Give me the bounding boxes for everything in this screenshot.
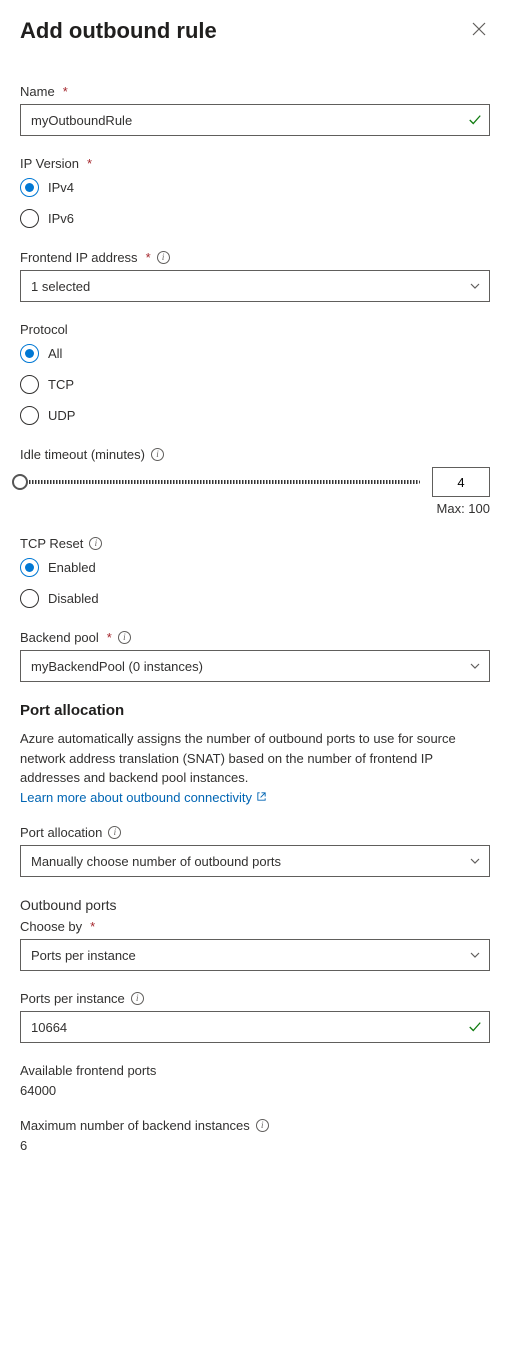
- slider-knob[interactable]: [12, 474, 28, 490]
- info-icon[interactable]: i: [108, 826, 121, 839]
- max-backend-instances-label: Maximum number of backend instances: [20, 1118, 250, 1133]
- select-value: Ports per instance: [31, 948, 136, 963]
- backend-pool-select[interactable]: myBackendPool (0 instances): [20, 650, 490, 682]
- ipversion-label: IP Version: [20, 156, 79, 171]
- info-icon[interactable]: i: [157, 251, 170, 264]
- radio-circle-icon: [20, 209, 39, 228]
- radio-circle-icon: [20, 178, 39, 197]
- chevron-down-icon: [469, 855, 481, 867]
- idle-timeout-label: Idle timeout (minutes): [20, 447, 145, 462]
- checkmark-icon: [468, 1020, 482, 1034]
- radio-circle-icon: [20, 375, 39, 394]
- required-indicator: *: [107, 630, 112, 645]
- required-indicator: *: [87, 156, 92, 171]
- info-icon[interactable]: i: [131, 992, 144, 1005]
- radio-circle-icon: [20, 344, 39, 363]
- info-icon[interactable]: i: [89, 537, 102, 550]
- select-value: myBackendPool (0 instances): [31, 659, 203, 674]
- idle-timeout-slider[interactable]: [20, 480, 420, 484]
- chevron-down-icon: [469, 949, 481, 961]
- port-allocation-heading: Port allocation: [20, 702, 490, 719]
- available-frontend-ports-label: Available frontend ports: [20, 1063, 156, 1078]
- tcp-reset-label: TCP Reset: [20, 536, 83, 551]
- required-indicator: *: [90, 919, 95, 934]
- radio-label: All: [48, 346, 62, 361]
- port-allocation-select[interactable]: Manually choose number of outbound ports: [20, 845, 490, 877]
- info-icon[interactable]: i: [118, 631, 131, 644]
- chevron-down-icon: [469, 660, 481, 672]
- radio-circle-icon: [20, 406, 39, 425]
- radio-protocol-all[interactable]: All: [20, 342, 490, 365]
- outbound-ports-heading: Outbound ports: [20, 897, 490, 913]
- radio-label: UDP: [48, 408, 75, 423]
- radio-circle-icon: [20, 558, 39, 577]
- required-indicator: *: [63, 84, 68, 99]
- page-title: Add outbound rule: [20, 18, 217, 44]
- required-indicator: *: [146, 250, 151, 265]
- radio-ipv4[interactable]: IPv4: [20, 176, 490, 199]
- available-frontend-ports-value: 64000: [20, 1083, 490, 1098]
- close-button[interactable]: [468, 18, 490, 40]
- radio-protocol-tcp[interactable]: TCP: [20, 373, 490, 396]
- frontend-ip-select[interactable]: 1 selected: [20, 270, 490, 302]
- radio-label: IPv6: [48, 211, 74, 226]
- protocol-label: Protocol: [20, 322, 68, 337]
- radio-protocol-udp[interactable]: UDP: [20, 404, 490, 427]
- radio-label: TCP: [48, 377, 74, 392]
- radio-ipv6[interactable]: IPv6: [20, 207, 490, 230]
- radio-label: IPv4: [48, 180, 74, 195]
- port-allocation-description: Azure automatically assigns the number o…: [20, 729, 490, 807]
- chevron-down-icon: [469, 280, 481, 292]
- radio-circle-icon: [20, 589, 39, 608]
- radio-tcp-reset-enabled[interactable]: Enabled: [20, 556, 490, 579]
- choose-by-label: Choose by: [20, 919, 82, 934]
- radio-label: Enabled: [48, 560, 96, 575]
- ports-per-instance-input[interactable]: [20, 1011, 490, 1043]
- backend-pool-label: Backend pool: [20, 630, 99, 645]
- external-link-icon: [256, 788, 267, 808]
- learn-more-link[interactable]: Learn more about outbound connectivity: [20, 788, 267, 808]
- select-value: Manually choose number of outbound ports: [31, 854, 281, 869]
- select-value: 1 selected: [31, 279, 90, 294]
- port-allocation-label: Port allocation: [20, 825, 102, 840]
- close-icon: [472, 22, 486, 36]
- radio-tcp-reset-disabled[interactable]: Disabled: [20, 587, 490, 610]
- idle-timeout-value-input[interactable]: [432, 467, 490, 497]
- radio-label: Disabled: [48, 591, 99, 606]
- checkmark-icon: [468, 113, 482, 127]
- info-icon[interactable]: i: [256, 1119, 269, 1132]
- info-icon[interactable]: i: [151, 448, 164, 461]
- ports-per-instance-label: Ports per instance: [20, 991, 125, 1006]
- idle-timeout-max: Max: 100: [20, 501, 490, 516]
- max-backend-instances-value: 6: [20, 1138, 490, 1153]
- name-input[interactable]: [20, 104, 490, 136]
- name-label: Name: [20, 84, 55, 99]
- choose-by-select[interactable]: Ports per instance: [20, 939, 490, 971]
- frontend-ip-label: Frontend IP address: [20, 250, 138, 265]
